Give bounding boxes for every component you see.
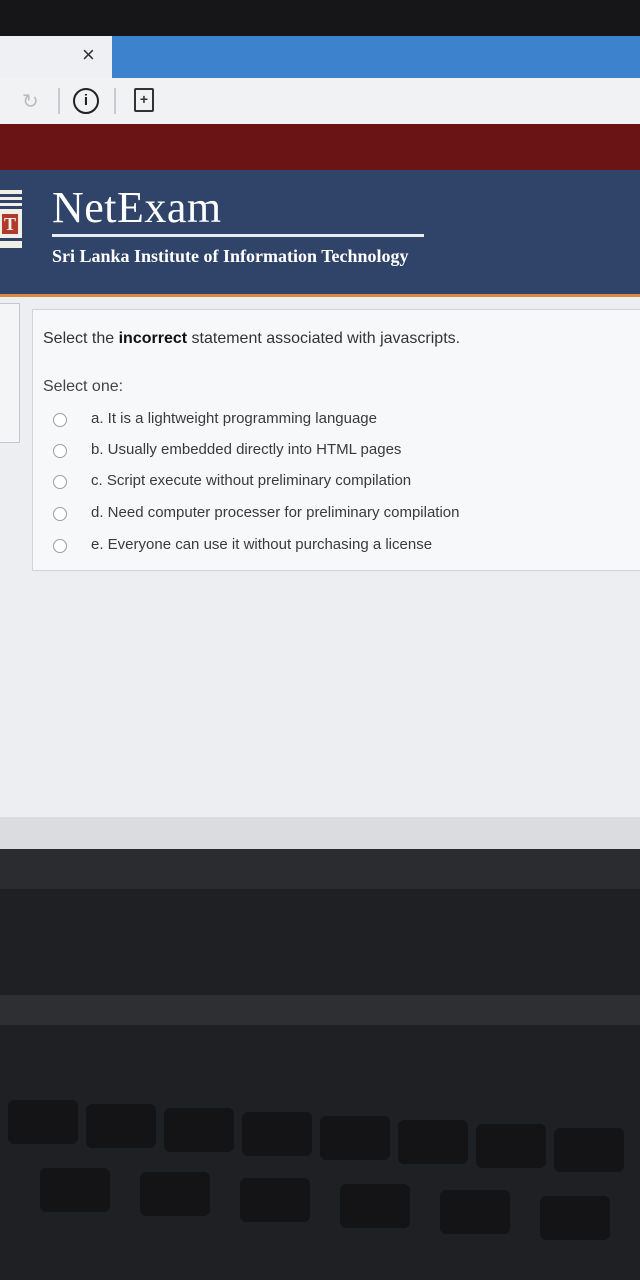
toolbar-divider xyxy=(58,88,60,114)
page-action-icon[interactable]: + xyxy=(134,88,154,112)
keyboard-key xyxy=(340,1184,410,1228)
keyboard-key xyxy=(140,1172,210,1216)
radio-button[interactable] xyxy=(53,413,67,427)
site-top-band xyxy=(0,124,640,170)
option-label[interactable]: d. Need computer processer for prelimina… xyxy=(91,504,460,521)
quiz-navigation-panel[interactable] xyxy=(0,303,20,443)
new-tab-area[interactable] xyxy=(112,36,640,78)
screen-bottom-edge xyxy=(0,817,640,849)
keyboard-key xyxy=(164,1108,234,1152)
address-bar: ↻ i + xyxy=(0,78,640,125)
question-text: Select the incorrect statement associate… xyxy=(43,330,461,347)
institute-logo: T xyxy=(0,190,22,248)
keyboard-key xyxy=(242,1112,312,1156)
option-label[interactable]: a. It is a lightweight programming langu… xyxy=(91,410,377,427)
keyboard-key xyxy=(476,1124,546,1168)
toolbar-divider xyxy=(114,88,116,114)
question-emphasis: incorrect xyxy=(118,330,188,347)
laptop-bezel xyxy=(0,849,640,889)
option-label[interactable]: c. Script execute without preliminary co… xyxy=(91,472,411,489)
site-info-icon[interactable]: i xyxy=(73,88,99,114)
site-header: T NetExam Sri Lanka Institute of Informa… xyxy=(0,170,640,297)
browser-tab-bar: × xyxy=(0,36,640,78)
close-tab-icon[interactable]: × xyxy=(82,42,95,68)
keyboard-key xyxy=(440,1190,510,1234)
keyboard-key xyxy=(86,1104,156,1148)
brand-rule xyxy=(52,234,424,237)
brand-title: NetExam xyxy=(52,183,222,232)
logo-letter: T xyxy=(2,214,18,234)
question-card: Select the incorrect statement associate… xyxy=(32,309,640,571)
radio-button[interactable] xyxy=(53,475,67,489)
keyboard-key xyxy=(240,1178,310,1222)
option-label[interactable]: e. Everyone can use it without purchasin… xyxy=(91,536,432,553)
radio-button[interactable] xyxy=(53,507,67,521)
radio-button[interactable] xyxy=(53,444,67,458)
keyboard-key xyxy=(398,1120,468,1164)
keyboard-key xyxy=(8,1100,78,1144)
radio-button[interactable] xyxy=(53,539,67,553)
browser-tab[interactable]: × xyxy=(0,36,112,78)
institute-name: Sri Lanka Institute of Information Techn… xyxy=(52,246,409,266)
refresh-icon[interactable]: ↻ xyxy=(22,89,39,114)
screen-bezel xyxy=(0,0,640,36)
laptop-hinge xyxy=(0,995,640,1025)
select-one-label: Select one: xyxy=(43,378,124,395)
keyboard-key xyxy=(320,1116,390,1160)
keyboard-key xyxy=(40,1168,110,1212)
option-label[interactable]: b. Usually embedded directly into HTML p… xyxy=(91,441,401,458)
keyboard-key xyxy=(540,1196,610,1240)
quiz-content: Select the incorrect statement associate… xyxy=(0,297,640,849)
keyboard-key xyxy=(554,1128,624,1172)
